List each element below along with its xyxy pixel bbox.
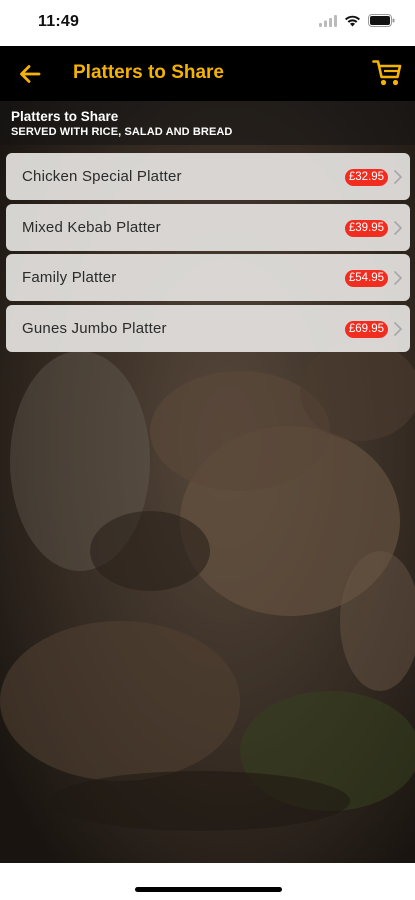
section-header: Platters to Share SERVED WITH RICE, SALA…: [0, 101, 415, 145]
chevron-right-icon: [394, 220, 402, 235]
list-item[interactable]: Gunes Jumbo Platter £69.95: [6, 304, 410, 352]
wifi-icon: [345, 15, 360, 26]
chevron-right-icon: [394, 271, 402, 285]
status-bar: 11:49: [0, 0, 415, 46]
battery-icon: [368, 14, 395, 27]
back-button[interactable]: [14, 58, 46, 90]
item-name: Gunes Jumbo Platter: [22, 319, 167, 337]
page-title: Platters to Share: [73, 62, 224, 83]
list-item[interactable]: Family Platter £54.95: [6, 254, 410, 301]
item-name: Chicken Special Platter: [22, 168, 182, 185]
section-title: Platters to Share: [11, 109, 119, 124]
home-indicator-area: [0, 863, 415, 900]
chevron-right-icon: [394, 321, 402, 336]
list-item[interactable]: Mixed Kebab Platter £39.95: [6, 203, 410, 251]
status-icons: [319, 14, 395, 27]
item-name: Family Platter: [22, 269, 117, 286]
price-badge: £69.95: [344, 320, 388, 338]
menu-content[interactable]: Platters to Share SERVED WITH RICE, SALA…: [0, 101, 415, 863]
chevron-right-icon: [394, 170, 402, 184]
cart-icon: [372, 60, 402, 86]
back-arrow-icon: [20, 65, 41, 83]
section-subtitle: SERVED WITH RICE, SALAD AND BREAD: [11, 126, 233, 138]
item-name: Mixed Kebab Platter: [22, 218, 161, 236]
price-badge: £32.95: [344, 169, 388, 186]
cart-button[interactable]: [369, 56, 405, 90]
platter-list: Chicken Special Platter £32.95 Mixed Keb…: [6, 153, 410, 355]
nav-bar: Platters to Share: [0, 46, 415, 101]
price-badge: £54.95: [344, 270, 388, 287]
signal-icon: [319, 14, 337, 27]
list-item[interactable]: Chicken Special Platter £32.95: [6, 153, 410, 200]
price-badge: £39.95: [344, 219, 388, 237]
home-indicator[interactable]: [135, 887, 282, 892]
status-time: 11:49: [38, 13, 80, 30]
